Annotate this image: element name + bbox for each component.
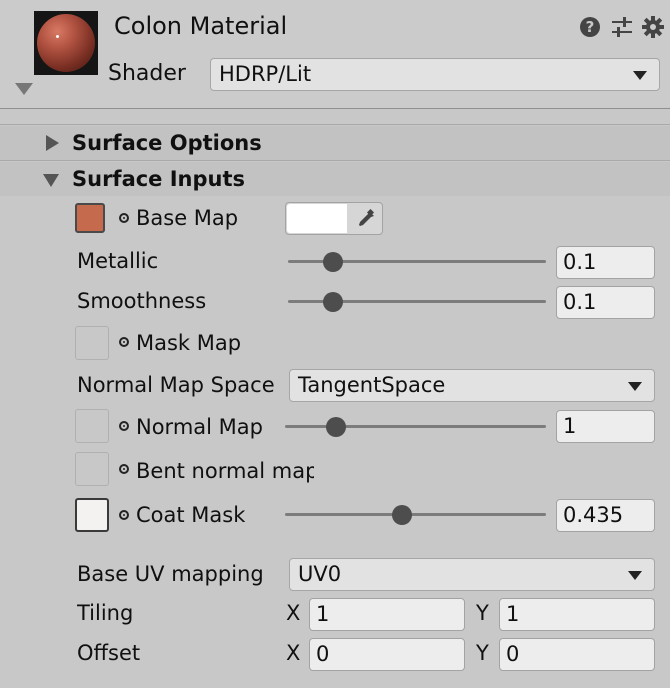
shader-label: Shader [108,61,186,86]
metallic-slider-thumb[interactable] [323,252,343,272]
chevron-down-icon [633,71,647,80]
help-icon[interactable]: ? [579,16,601,38]
material-title: Colon Material [114,12,288,40]
smoothness-label: Smoothness [77,289,207,313]
bent-normal-map-label: Bent normal map [136,459,314,483]
expand-arrow-icon[interactable] [14,82,34,96]
base-uv-mapping-label: Base UV mapping [77,562,264,586]
chevron-down-icon [628,571,642,580]
foldout-open-icon [43,174,59,187]
mask-map-texture-slot[interactable] [75,326,109,360]
offset-label: Offset [77,641,141,665]
coat-mask-label: Coat Mask [136,503,246,527]
base-map-texture-slot[interactable] [75,203,105,233]
base-uv-mapping-value: UV0 [298,562,342,586]
normal-map-space-value: TangentSpace [298,373,446,397]
object-picker-icon[interactable] [119,464,129,474]
coat-mask-slider-track[interactable] [285,513,546,516]
tiling-y-field[interactable]: 1 [499,598,655,631]
header-divider [0,108,670,109]
normal-map-texture-slot[interactable] [75,409,109,443]
normal-map-value-field[interactable]: 1 [556,410,655,443]
bent-normal-map-texture-slot[interactable] [75,452,109,486]
tiling-x-label: X [286,601,301,625]
base-uv-mapping-dropdown[interactable]: UV0 [289,558,655,591]
object-picker-icon[interactable] [119,337,129,347]
normal-map-space-label: Normal Map Space [77,373,275,397]
normal-map-slider-thumb[interactable] [325,417,346,437]
offset-x-label: X [286,641,301,665]
coat-mask-value-field[interactable]: 0.435 [556,499,655,532]
base-map-label: Base Map [136,206,239,230]
mask-map-label: Mask Map [136,331,242,355]
offset-x-field[interactable]: 0 [309,638,465,671]
normal-map-space-dropdown[interactable]: TangentSpace [289,369,655,402]
section-divider [0,160,670,161]
material-preview[interactable] [34,11,98,75]
object-picker-icon[interactable] [119,421,129,431]
eyedropper-icon[interactable] [356,209,376,229]
tiling-y-label: Y [476,601,489,625]
coat-mask-slider-thumb[interactable] [391,505,412,525]
metallic-value-field[interactable]: 0.1 [556,246,655,279]
chevron-down-icon [628,382,642,391]
smoothness-value-field[interactable]: 0.1 [556,286,655,319]
gear-icon[interactable] [641,15,665,39]
foldout-label: Surface Inputs [72,167,246,191]
shader-dropdown[interactable]: HDRP/Lit [210,58,660,91]
object-picker-icon[interactable] [119,510,129,520]
shader-value: HDRP/Lit [219,62,312,86]
coat-mask-texture-slot[interactable] [75,498,109,532]
tiling-x-field[interactable]: 1 [309,598,465,631]
normal-map-slider-track[interactable] [285,425,546,428]
tiling-label: Tiling [77,601,134,625]
foldout-surface-inputs[interactable]: Surface Inputs [0,162,670,196]
section-divider [0,124,670,125]
offset-y-field[interactable]: 0 [499,638,655,671]
object-picker-icon[interactable] [119,213,129,223]
foldout-label: Surface Options [72,131,262,155]
svg-text:?: ? [586,18,595,36]
offset-y-label: Y [476,641,489,665]
base-map-color-field[interactable] [285,202,383,235]
smoothness-slider-thumb[interactable] [323,292,343,312]
color-swatch [287,204,347,233]
material-header: Colon Material ? Shader HDRP/Lit [0,0,670,108]
normal-map-label: Normal Map [136,415,263,439]
foldout-surface-options[interactable]: Surface Options [0,126,670,160]
metallic-label: Metallic [77,249,159,273]
foldout-closed-icon [46,135,59,151]
preset-sliders-icon[interactable] [610,16,634,38]
